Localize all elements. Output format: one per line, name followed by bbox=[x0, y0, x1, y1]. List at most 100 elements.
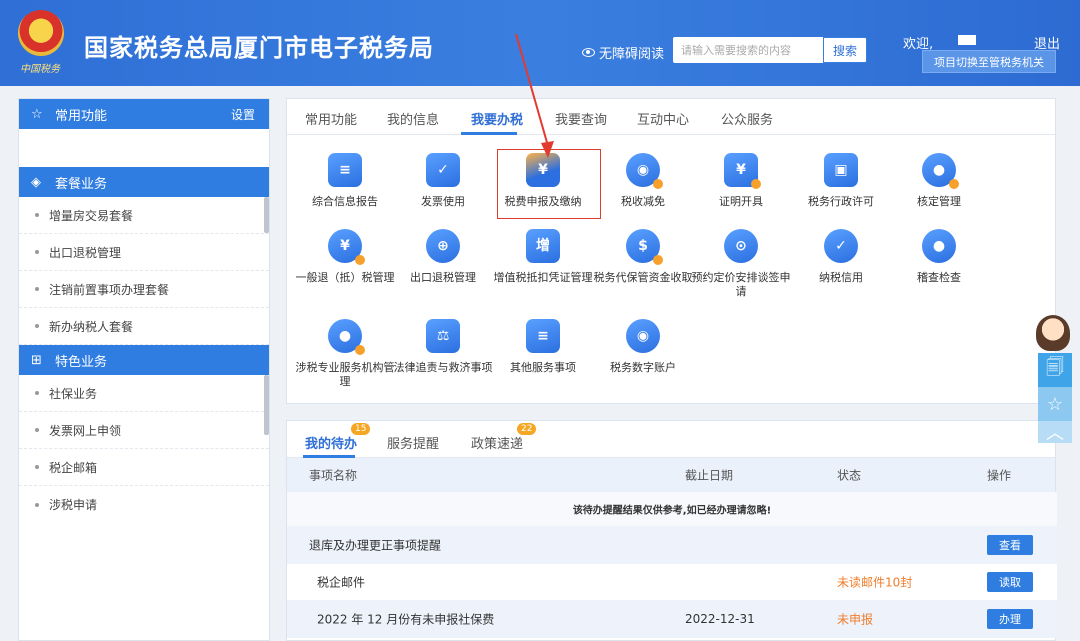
table-row: 2022 年 12 月份有未申报社保费 2022-12-31 未申报 办理 bbox=[287, 600, 1057, 638]
special-services-title: 特色业务 bbox=[55, 354, 108, 370]
col-name: 事项名称 bbox=[309, 468, 358, 483]
service-label: 税务行政许可 bbox=[808, 195, 874, 208]
clipboard-icon: ≡ bbox=[328, 153, 362, 187]
sidebar-item-export-refund[interactable]: 出口退税管理 bbox=[19, 234, 269, 271]
service-label: 税务代保管资金收取 bbox=[593, 271, 693, 284]
certificate-icon: ¥ bbox=[724, 153, 761, 189]
service-label: 其他服务事项 bbox=[510, 361, 576, 374]
service-general-refund[interactable]: ¥ 一般退（抵）税管理 bbox=[295, 229, 395, 285]
service-info-report[interactable]: ≡ 综合信息报告 bbox=[295, 153, 395, 209]
document-search-icon[interactable]: 🗐 bbox=[1038, 353, 1072, 387]
emblem-caption: 中国税务 bbox=[20, 64, 60, 75]
agency-icon: ● bbox=[328, 319, 365, 355]
sidebar-item-tax-application[interactable]: 涉税申请 bbox=[19, 486, 269, 523]
tax-emblem-logo bbox=[18, 10, 64, 56]
service-apa-application[interactable]: ⊙ 预约定价安排谈签申请 bbox=[691, 229, 791, 299]
gavel-icon: ⚖ bbox=[426, 319, 460, 353]
row-name: 退库及办理更正事项提醒 bbox=[309, 538, 442, 553]
list-icon: ≡ bbox=[526, 319, 560, 353]
main-tabs: 常用功能 我的信息 我要办税 我要查询 互动中心 公众服务 bbox=[287, 99, 1055, 135]
vat-receipt-icon: 增 bbox=[526, 229, 560, 263]
special-services-list: 社保业务 发票网上申领 税企邮箱 涉税申请 bbox=[19, 375, 269, 523]
back-to-top-icon[interactable]: ︿ bbox=[1038, 421, 1072, 444]
service-vat-deduction[interactable]: 增 增值税抵扣凭证管理 bbox=[493, 229, 593, 285]
user-name-redacted bbox=[958, 35, 976, 45]
service-label: 预约定价安排谈签申请 bbox=[691, 271, 791, 298]
package-services-header[interactable]: ◈ 套餐业务 bbox=[19, 167, 269, 197]
tab-tax-handling[interactable]: 我要办税 bbox=[471, 109, 523, 128]
service-export-refund[interactable]: ⊕ 出口退税管理 bbox=[393, 229, 493, 285]
sidebar-item-tax-mailbox[interactable]: 税企邮箱 bbox=[19, 449, 269, 486]
switch-tax-office-button[interactable]: 项目切换至管税务机关 bbox=[922, 50, 1056, 73]
service-admin-license[interactable]: ▣ 税务行政许可 bbox=[791, 153, 891, 209]
tab-my-todo[interactable]: 我的待办 bbox=[305, 433, 357, 452]
tab-interaction[interactable]: 互动中心 bbox=[637, 109, 689, 128]
row-status: 未申报 bbox=[837, 612, 874, 627]
scrollbar[interactable] bbox=[264, 197, 269, 233]
sidebar-item-housing-package[interactable]: 增量房交易套餐 bbox=[19, 197, 269, 234]
settings-link[interactable]: 设置 bbox=[231, 106, 255, 123]
service-tax-credit[interactable]: ✓ 纳税信用 bbox=[791, 229, 891, 285]
tab-policy-express[interactable]: 政策速递 bbox=[471, 433, 523, 452]
service-professional-agency[interactable]: ● 涉税专业服务机构管理 bbox=[295, 319, 395, 389]
service-inspection[interactable]: ● 稽查检查 bbox=[889, 229, 989, 285]
service-assessment[interactable]: ● 核定管理 bbox=[889, 153, 989, 209]
scrollbar[interactable] bbox=[264, 375, 269, 435]
table-row: 税企邮件 未读邮件10封 读取 bbox=[287, 564, 1057, 600]
refund-icon: ¥ bbox=[328, 229, 365, 265]
sidebar-item-cancellation-package[interactable]: 注销前置事项办理套餐 bbox=[19, 271, 269, 308]
handle-button[interactable]: 办理 bbox=[987, 609, 1033, 629]
tab-common-functions[interactable]: 常用功能 bbox=[305, 109, 357, 128]
search-input[interactable] bbox=[673, 37, 823, 63]
special-services-header[interactable]: ⊞ 特色业务 bbox=[19, 345, 269, 375]
service-tax-reduction[interactable]: ◉ 税收减免 bbox=[593, 153, 693, 209]
tab-service-reminder[interactable]: 服务提醒 bbox=[387, 433, 439, 452]
service-label: 涉税专业服务机构管理 bbox=[295, 361, 395, 388]
service-other[interactable]: ≡ 其他服务事项 bbox=[493, 319, 593, 375]
coin-stack-icon: ◉ bbox=[626, 153, 663, 189]
view-button[interactable]: 查看 bbox=[987, 535, 1033, 555]
todo-panel: 我的待办 15 服务提醒 政策速递 22 事项名称 截止日期 状态 操作 该待办… bbox=[286, 420, 1057, 641]
service-label: 纳税信用 bbox=[819, 271, 863, 284]
sidebar-item-new-taxpayer-package[interactable]: 新办纳税人套餐 bbox=[19, 308, 269, 345]
todo-count-badge: 15 bbox=[351, 423, 371, 435]
row-date: 2022-12-31 bbox=[685, 612, 755, 626]
col-action: 操作 bbox=[987, 468, 1012, 483]
service-label: 税务数字账户 bbox=[610, 361, 676, 374]
service-label: 核定管理 bbox=[917, 195, 961, 208]
service-certificate[interactable]: ¥ 证明开具 bbox=[691, 153, 791, 209]
assistant-avatar-icon[interactable] bbox=[1036, 315, 1070, 351]
accessibility-link[interactable]: 无障碍阅读 bbox=[582, 43, 664, 62]
sidebar-item-social-insurance[interactable]: 社保业务 bbox=[19, 375, 269, 412]
service-label: 一般退（抵）税管理 bbox=[295, 271, 395, 284]
digital-account-icon: ◉ bbox=[626, 319, 660, 353]
grid-icon: ⊞ bbox=[31, 352, 42, 368]
service-label: 发票使用 bbox=[421, 195, 465, 208]
tab-public-service[interactable]: 公众服务 bbox=[721, 109, 773, 128]
service-legal-remedy[interactable]: ⚖ 法律追责与救济事项 bbox=[393, 319, 493, 375]
tab-my-info[interactable]: 我的信息 bbox=[387, 109, 439, 128]
service-label: 税收减免 bbox=[621, 195, 665, 208]
table-row: 退库及办理更正事项提醒 查看 bbox=[287, 526, 1057, 564]
tab-query[interactable]: 我要查询 bbox=[555, 109, 607, 128]
service-invoice-use[interactable]: ✓ 发票使用 bbox=[393, 153, 493, 209]
read-button[interactable]: 读取 bbox=[987, 572, 1033, 592]
service-fund-custody[interactable]: $ 税务代保管资金收取 bbox=[593, 229, 693, 285]
service-label: 法律追责与救济事项 bbox=[393, 361, 493, 374]
row-name: 税企邮件 bbox=[317, 575, 366, 590]
sidebar-item-invoice-apply[interactable]: 发票网上申领 bbox=[19, 412, 269, 449]
money-bag-icon: $ bbox=[626, 229, 663, 265]
common-functions-list bbox=[19, 129, 269, 167]
row-name: 2022 年 12 月份有未申报社保费 bbox=[317, 612, 495, 627]
common-functions-title: 常用功能 bbox=[55, 108, 108, 124]
notice-text: 该待办提醒结果仅供参考,如已经办理请忽略! bbox=[572, 505, 772, 517]
favorite-star-icon[interactable]: ☆ bbox=[1038, 387, 1072, 421]
service-panel: 常用功能 我的信息 我要办税 我要查询 互动中心 公众服务 ≡ 综合信息报告 ✓… bbox=[286, 98, 1056, 404]
star-icon: ☆ bbox=[31, 106, 43, 122]
service-digital-account[interactable]: ◉ 税务数字账户 bbox=[593, 319, 693, 375]
search-button[interactable]: 搜索 bbox=[823, 37, 867, 63]
eye-icon bbox=[582, 48, 595, 57]
globe-icon: ⊕ bbox=[426, 229, 460, 263]
active-tab-indicator bbox=[461, 132, 517, 135]
col-status: 状态 bbox=[837, 468, 862, 483]
